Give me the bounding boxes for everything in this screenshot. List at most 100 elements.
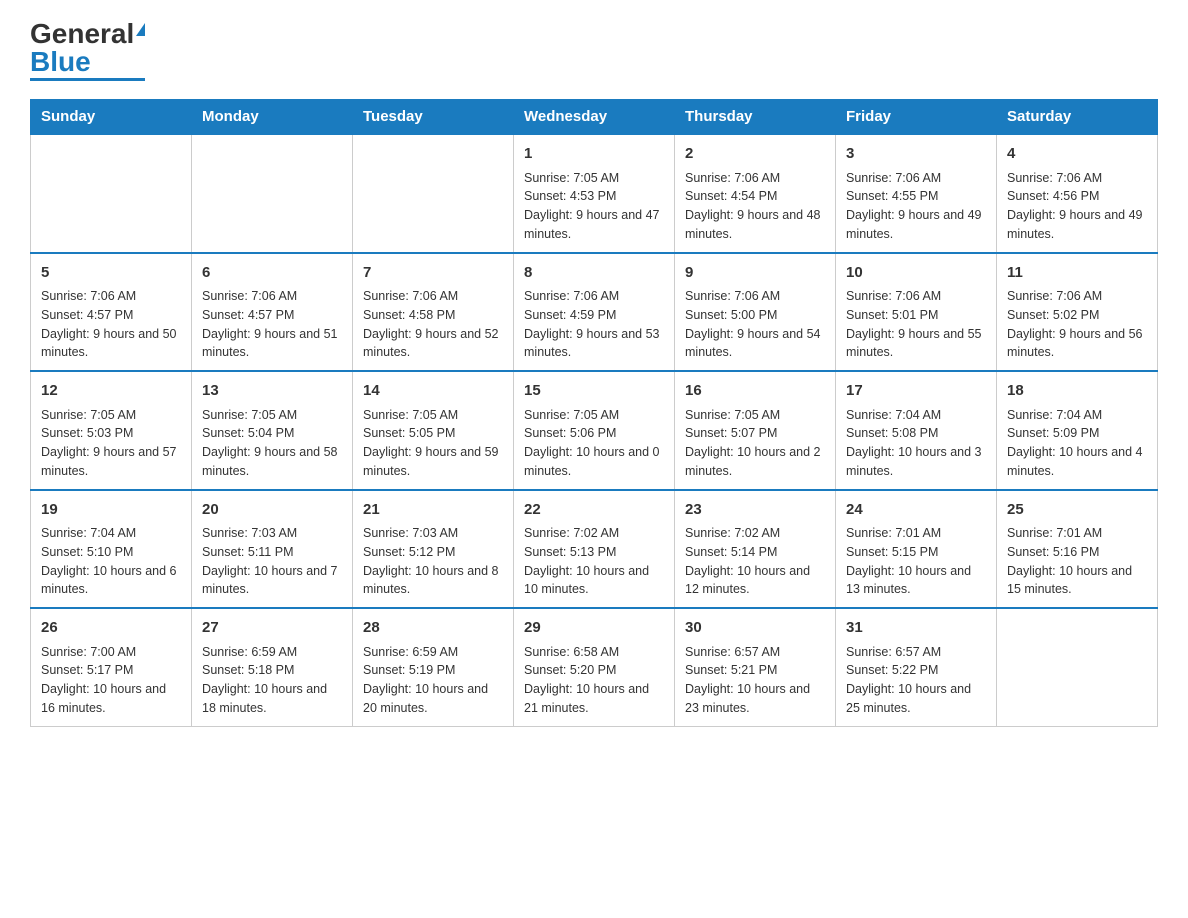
- day-info: Daylight: 9 hours and 59 minutes.: [363, 443, 503, 481]
- day-info: Sunrise: 7:06 AM: [202, 287, 342, 306]
- day-info: Sunset: 5:05 PM: [363, 424, 503, 443]
- day-info: Sunrise: 7:06 AM: [524, 287, 664, 306]
- day-number: 2: [685, 143, 825, 166]
- day-info: Sunrise: 7:05 AM: [685, 406, 825, 425]
- day-info: Daylight: 10 hours and 20 minutes.: [363, 680, 503, 718]
- calendar-cell: [997, 608, 1158, 726]
- day-info: Daylight: 10 hours and 16 minutes.: [41, 680, 181, 718]
- calendar-cell: 15Sunrise: 7:05 AMSunset: 5:06 PMDayligh…: [514, 371, 675, 490]
- calendar-cell: 28 Sunrise: 6:59 AMSunset: 5:19 PMDayligh…: [353, 608, 514, 726]
- day-info: Daylight: 10 hours and 2 minutes.: [685, 443, 825, 481]
- day-info: Sunset: 4:57 PM: [202, 306, 342, 325]
- day-info: Sunset: 5:01 PM: [846, 306, 986, 325]
- day-info: Daylight: 9 hours and 49 minutes.: [846, 206, 986, 244]
- day-info: Sunset: 5:09 PM: [1007, 424, 1147, 443]
- day-info: Sunset: 5:02 PM: [1007, 306, 1147, 325]
- day-info: Daylight: 10 hours and 4 minutes.: [1007, 443, 1147, 481]
- calendar-cell: 20 Sunrise: 7:03 AMSunset: 5:11 PMDayligh…: [192, 490, 353, 609]
- day-info: Daylight: 10 hours and 8 minutes.: [363, 562, 503, 600]
- calendar-cell: 14Sunrise: 7:05 AMSunset: 5:05 PMDayligh…: [353, 371, 514, 490]
- day-number: 3: [846, 143, 986, 166]
- day-number: 5: [41, 262, 181, 285]
- calendar-cell: 19Sunrise: 7:04 AMSunset: 5:10 PMDayligh…: [31, 490, 192, 609]
- day-info: Sunset: 4:57 PM: [41, 306, 181, 325]
- calendar-cell: 16 Sunrise: 7:05 AMSunset: 5:07 PMDayligh…: [675, 371, 836, 490]
- calendar-cell: 9Sunrise: 7:06 AMSunset: 5:00 PMDaylight…: [675, 253, 836, 372]
- day-info: Sunrise: 7:01 AM: [846, 524, 986, 543]
- day-info: Sunrise: 7:04 AM: [1007, 406, 1147, 425]
- calendar-cell: 31Sunrise: 6:57 AMSunset: 5:22 PMDayligh…: [836, 608, 997, 726]
- calendar-table: SundayMondayTuesdayWednesdayThursdayFrid…: [30, 99, 1158, 727]
- day-header-sunday: Sunday: [31, 100, 192, 135]
- day-info: Daylight: 9 hours and 53 minutes.: [524, 325, 664, 363]
- logo-underline: [30, 78, 145, 81]
- calendar-cell: 27Sunrise: 6:59 AMSunset: 5:18 PMDayligh…: [192, 608, 353, 726]
- day-info: Daylight: 10 hours and 10 minutes.: [524, 562, 664, 600]
- day-info: Sunrise: 7:04 AM: [41, 524, 181, 543]
- day-info: Sunset: 4:59 PM: [524, 306, 664, 325]
- day-info: Daylight: 10 hours and 25 minutes.: [846, 680, 986, 718]
- day-number: 9: [685, 262, 825, 285]
- day-info: Sunset: 5:21 PM: [685, 661, 825, 680]
- day-info: Sunset: 5:15 PM: [846, 543, 986, 562]
- day-info: Sunrise: 7:03 AM: [202, 524, 342, 543]
- day-info: Sunset: 5:07 PM: [685, 424, 825, 443]
- calendar-header-row: SundayMondayTuesdayWednesdayThursdayFrid…: [31, 100, 1158, 135]
- day-info: Sunset: 5:18 PM: [202, 661, 342, 680]
- calendar-cell: [31, 134, 192, 253]
- day-number: 18: [1007, 380, 1147, 403]
- day-info: Sunrise: 7:05 AM: [524, 169, 664, 188]
- calendar-cell: 11Sunrise: 7:06 AMSunset: 5:02 PMDayligh…: [997, 253, 1158, 372]
- day-info: Sunrise: 6:59 AM: [202, 643, 342, 662]
- day-info: Sunset: 5:10 PM: [41, 543, 181, 562]
- day-info: Sunrise: 6:58 AM: [524, 643, 664, 662]
- day-info: Sunset: 5:08 PM: [846, 424, 986, 443]
- day-info: Sunset: 5:11 PM: [202, 543, 342, 562]
- day-info: Sunset: 4:56 PM: [1007, 187, 1147, 206]
- calendar-week-2: 5Sunrise: 7:06 AMSunset: 4:57 PMDaylight…: [31, 253, 1158, 372]
- day-info: Sunrise: 7:06 AM: [41, 287, 181, 306]
- day-info: Sunrise: 7:06 AM: [1007, 169, 1147, 188]
- day-info: Daylight: 10 hours and 7 minutes.: [202, 562, 342, 600]
- day-info: Sunrise: 7:06 AM: [846, 169, 986, 188]
- day-number: 12: [41, 380, 181, 403]
- calendar-cell: 24Sunrise: 7:01 AMSunset: 5:15 PMDayligh…: [836, 490, 997, 609]
- day-header-thursday: Thursday: [675, 100, 836, 135]
- day-info: Daylight: 10 hours and 3 minutes.: [846, 443, 986, 481]
- day-info: Daylight: 9 hours and 47 minutes.: [524, 206, 664, 244]
- calendar-cell: 10Sunrise: 7:06 AMSunset: 5:01 PMDayligh…: [836, 253, 997, 372]
- calendar-cell: 1Sunrise: 7:05 AMSunset: 4:53 PMDaylight…: [514, 134, 675, 253]
- day-header-friday: Friday: [836, 100, 997, 135]
- day-info: Sunrise: 6:57 AM: [685, 643, 825, 662]
- calendar-cell: 13Sunrise: 7:05 AMSunset: 5:04 PMDayligh…: [192, 371, 353, 490]
- day-info: Daylight: 10 hours and 21 minutes.: [524, 680, 664, 718]
- day-number: 13: [202, 380, 342, 403]
- day-number: 8: [524, 262, 664, 285]
- day-info: Sunset: 5:13 PM: [524, 543, 664, 562]
- calendar-cell: 23Sunrise: 7:02 AMSunset: 5:14 PMDayligh…: [675, 490, 836, 609]
- day-info: Sunset: 5:06 PM: [524, 424, 664, 443]
- day-info: Sunrise: 7:05 AM: [41, 406, 181, 425]
- calendar-cell: 22Sunrise: 7:02 AMSunset: 5:13 PMDayligh…: [514, 490, 675, 609]
- day-info: Sunrise: 7:06 AM: [685, 287, 825, 306]
- day-number: 22: [524, 499, 664, 522]
- day-info: Daylight: 9 hours and 52 minutes.: [363, 325, 503, 363]
- day-info: Daylight: 10 hours and 12 minutes.: [685, 562, 825, 600]
- day-number: 31: [846, 617, 986, 640]
- day-info: Sunset: 5:19 PM: [363, 661, 503, 680]
- day-info: Sunrise: 6:59 AM: [363, 643, 503, 662]
- day-header-wednesday: Wednesday: [514, 100, 675, 135]
- day-number: 10: [846, 262, 986, 285]
- day-info: Daylight: 9 hours and 50 minutes.: [41, 325, 181, 363]
- day-info: Daylight: 9 hours and 48 minutes.: [685, 206, 825, 244]
- day-number: 11: [1007, 262, 1147, 285]
- day-number: 28: [363, 617, 503, 640]
- day-info: Sunrise: 7:03 AM: [363, 524, 503, 543]
- calendar-cell: [192, 134, 353, 253]
- day-info: Sunrise: 7:05 AM: [202, 406, 342, 425]
- day-number: 16: [685, 380, 825, 403]
- calendar-cell: 30Sunrise: 6:57 AMSunset: 5:21 PMDayligh…: [675, 608, 836, 726]
- day-number: 20: [202, 499, 342, 522]
- day-info: Daylight: 10 hours and 15 minutes.: [1007, 562, 1147, 600]
- day-number: 15: [524, 380, 664, 403]
